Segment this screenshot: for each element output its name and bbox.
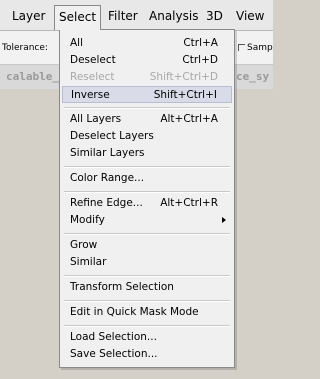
photoshop-window: Layer Select Filter Analysis 3D View Tol…	[0, 0, 273, 379]
checkbox-icon[interactable]	[238, 44, 245, 51]
menu-item-label: Similar	[70, 256, 107, 268]
document-tab-right[interactable]: ce_sy	[236, 70, 269, 83]
menu-view[interactable]: View	[232, 6, 268, 26]
menu-item-edit-quick-mask[interactable]: Edit in Quick Mask Mode	[62, 304, 232, 321]
menu-item-shortcut: Alt+Ctrl+R	[160, 197, 218, 209]
menu-item-label: Refine Edge...	[70, 197, 143, 209]
menu-item-grow[interactable]: Grow	[62, 237, 232, 254]
menu-separator	[64, 325, 230, 327]
menu-separator	[64, 166, 230, 168]
menu-item-shortcut: Shift+Ctrl+I	[153, 89, 217, 101]
menu-filter[interactable]: Filter	[104, 6, 142, 26]
tolerance-label: Tolerance:	[2, 43, 48, 53]
menu-item-label: Edit in Quick Mask Mode	[70, 306, 199, 318]
menu-item-label: All	[70, 37, 84, 49]
select-menu-dropdown: All Ctrl+A Deselect Ctrl+D Reselect Shif…	[59, 29, 235, 368]
menu-select[interactable]: Select	[54, 5, 102, 30]
menu-separator	[64, 107, 230, 109]
menu-separator	[64, 191, 230, 193]
sample-label: Samp	[247, 43, 273, 53]
menu-separator	[64, 233, 230, 235]
menu-item-all-layers[interactable]: All Layers Alt+Ctrl+A	[62, 111, 232, 128]
menu-item-modify[interactable]: Modify	[62, 212, 232, 229]
menu-item-label: Deselect Layers	[70, 130, 154, 142]
menu-item-label: Similar Layers	[70, 147, 145, 159]
menu-item-color-range[interactable]: Color Range...	[62, 170, 232, 187]
menu-layer[interactable]: Layer	[8, 6, 49, 26]
menu-item-label: Save Selection...	[70, 348, 158, 360]
menu-item-deselect[interactable]: Deselect Ctrl+D	[62, 52, 232, 69]
menu-item-save-selection[interactable]: Save Selection...	[62, 346, 232, 363]
menu-item-deselect-layers[interactable]: Deselect Layers	[62, 128, 232, 145]
submenu-arrow-icon	[222, 217, 226, 223]
menu-item-label: Deselect	[70, 54, 116, 66]
menu-item-label: Transform Selection	[70, 281, 174, 293]
menu-analysis[interactable]: Analysis	[145, 6, 202, 26]
menu-item-label: Load Selection...	[70, 331, 157, 343]
menu-item-all[interactable]: All Ctrl+A	[62, 35, 232, 52]
menu-separator	[64, 300, 230, 302]
menu-bar: Layer Select Filter Analysis 3D View	[0, 0, 273, 31]
sample-all-layers-checkbox[interactable]: Samp	[238, 43, 273, 53]
menu-item-refine-edge[interactable]: Refine Edge... Alt+Ctrl+R	[62, 195, 232, 212]
document-tab-left[interactable]: calable_	[6, 70, 59, 83]
menu-item-label: Inverse	[71, 89, 110, 101]
menu-item-load-selection[interactable]: Load Selection...	[62, 329, 232, 346]
menu-item-similar[interactable]: Similar	[62, 254, 232, 271]
menu-item-transform-selection[interactable]: Transform Selection	[62, 279, 232, 296]
menu-item-shortcut: Shift+Ctrl+D	[149, 71, 218, 83]
menu-item-label: Grow	[70, 239, 98, 251]
menu-item-shortcut: Alt+Ctrl+A	[160, 113, 218, 125]
menu-3d[interactable]: 3D	[202, 6, 227, 26]
menu-item-shortcut: Ctrl+A	[183, 37, 218, 49]
menu-item-inverse[interactable]: Inverse Shift+Ctrl+I	[62, 86, 232, 103]
menu-item-reselect: Reselect Shift+Ctrl+D	[62, 69, 232, 86]
menu-item-label: Reselect	[70, 71, 115, 83]
menu-item-label: Modify	[70, 214, 105, 226]
menu-item-similar-layers[interactable]: Similar Layers	[62, 145, 232, 162]
menu-separator	[64, 275, 230, 277]
menu-item-label: All Layers	[70, 113, 122, 125]
menu-item-label: Color Range...	[70, 172, 145, 184]
menu-item-shortcut: Ctrl+D	[182, 54, 218, 66]
